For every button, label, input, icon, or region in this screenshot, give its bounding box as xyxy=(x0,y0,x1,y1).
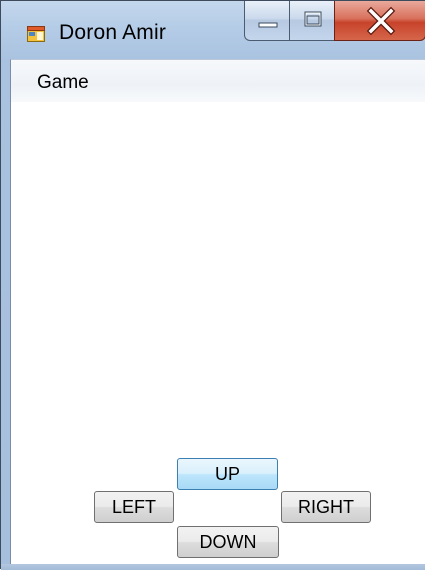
windows-form-icon[interactable] xyxy=(27,25,45,43)
title-bar[interactable]: Doron Amir xyxy=(1,1,425,59)
close-button[interactable] xyxy=(334,1,425,41)
form-client-area: Game UP LEFT RIGHT DOWN xyxy=(10,59,425,565)
minimize-icon xyxy=(258,22,278,28)
window-bottom-border xyxy=(1,564,425,570)
up-button[interactable]: UP xyxy=(177,458,278,490)
maximize-button[interactable] xyxy=(289,1,335,41)
menu-bar: Game xyxy=(11,60,425,102)
close-icon xyxy=(366,6,396,36)
window-title: Doron Amir xyxy=(59,21,167,44)
app-window: Doron Amir Game UP LEFT RIGHT DOWN xyxy=(0,0,425,570)
left-button[interactable]: LEFT xyxy=(94,491,174,523)
menu-item-game[interactable]: Game xyxy=(33,72,93,94)
minimize-button[interactable] xyxy=(244,1,290,41)
down-button[interactable]: DOWN xyxy=(177,526,279,558)
right-button[interactable]: RIGHT xyxy=(281,491,371,523)
maximize-icon xyxy=(304,11,322,27)
